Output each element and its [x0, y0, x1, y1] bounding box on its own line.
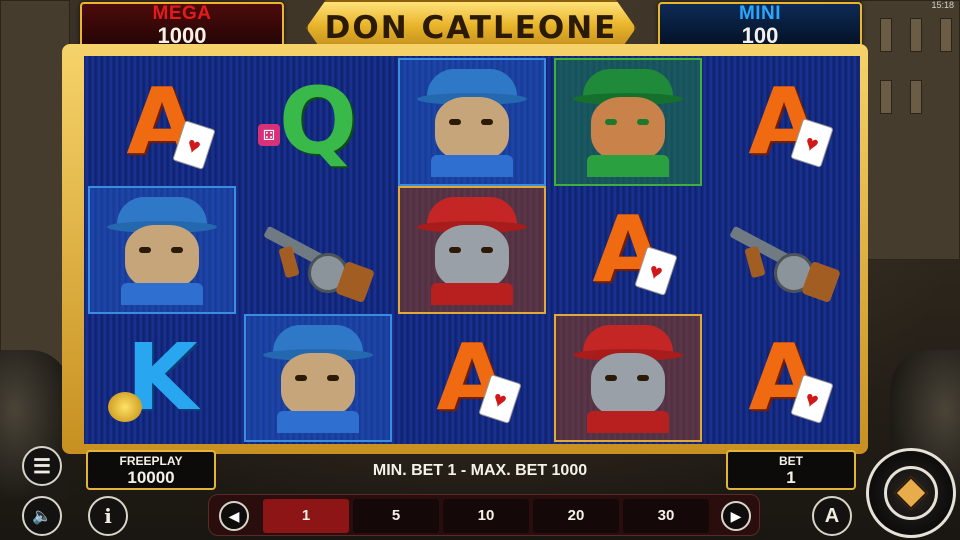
- bet-option[interactable]: 1: [263, 499, 349, 533]
- bet-range-text: MIN. BET 1 - MAX. BET 1000: [372, 462, 588, 479]
- freeplay-value: 10000: [127, 468, 175, 487]
- dice-icon: ⚃: [258, 124, 280, 146]
- symbol-mafia-boss-red: [554, 314, 702, 442]
- bet-option[interactable]: 20: [533, 499, 619, 533]
- bet-selector: ◀ 1 5 10 20 30 ▶: [208, 494, 760, 536]
- mini-jackpot: MINI 100: [658, 2, 862, 50]
- status-clock: 15:18: [931, 0, 954, 10]
- symbol-a: A ♥: [710, 314, 858, 442]
- autoplay-button[interactable]: A: [812, 496, 852, 536]
- info-button[interactable]: i: [88, 496, 128, 536]
- speaker-icon: 🔈: [32, 508, 52, 525]
- symbol-mafia-cat-green: [554, 58, 702, 186]
- freeplay-box: FREEPLAY 10000: [86, 450, 216, 490]
- mini-jackpot-label: MINI: [738, 3, 782, 24]
- bet-option[interactable]: 30: [623, 499, 709, 533]
- freeplay-label: FREEPLAY: [119, 454, 183, 468]
- symbol-tommy-gun: [244, 186, 392, 314]
- menu-icon: ☰: [33, 455, 51, 478]
- symbol-mafia-boss-red: [398, 186, 546, 314]
- bet-prev-button[interactable]: ◀: [219, 501, 249, 531]
- sound-button[interactable]: 🔈: [22, 496, 62, 536]
- game-title: DON CATLEONE: [324, 10, 618, 46]
- bet-label: BET: [779, 454, 803, 468]
- bet-value: 1: [786, 468, 796, 487]
- reel-grid: A ♥ K Q ⚃ A ♥ A ♥ A ♥ A ♥: [84, 56, 860, 444]
- symbol-k: K: [88, 314, 236, 442]
- symbol-q: Q ⚃: [244, 58, 392, 186]
- info-icon: i: [104, 504, 112, 528]
- bet-option[interactable]: 5: [353, 499, 439, 533]
- autoplay-icon: A: [824, 504, 840, 527]
- symbol-a: A ♥: [88, 58, 236, 186]
- symbol-mafia-cat-blue: [244, 314, 392, 442]
- bet-next-button[interactable]: ▶: [721, 501, 751, 531]
- bet-option[interactable]: 10: [443, 499, 529, 533]
- symbol-a: A ♥: [398, 314, 546, 442]
- bet-box: BET 1: [726, 450, 856, 490]
- symbol-tommy-gun: [710, 186, 858, 314]
- spin-icon: [884, 466, 938, 520]
- symbol-a: A ♥: [710, 58, 858, 186]
- menu-button[interactable]: ☰: [22, 446, 62, 486]
- mega-jackpot-label: MEGA: [152, 3, 212, 24]
- chevron-left-icon: ◀: [228, 508, 240, 524]
- symbol-mafia-cat-blue: [88, 186, 236, 314]
- coins-icon: [108, 392, 142, 422]
- spin-button[interactable]: [866, 448, 956, 538]
- symbol-mafia-cat-blue: [398, 58, 546, 186]
- symbol-a: A ♥: [554, 186, 702, 314]
- chevron-right-icon: ▶: [730, 508, 742, 524]
- mega-jackpot: MEGA 1000: [80, 2, 284, 50]
